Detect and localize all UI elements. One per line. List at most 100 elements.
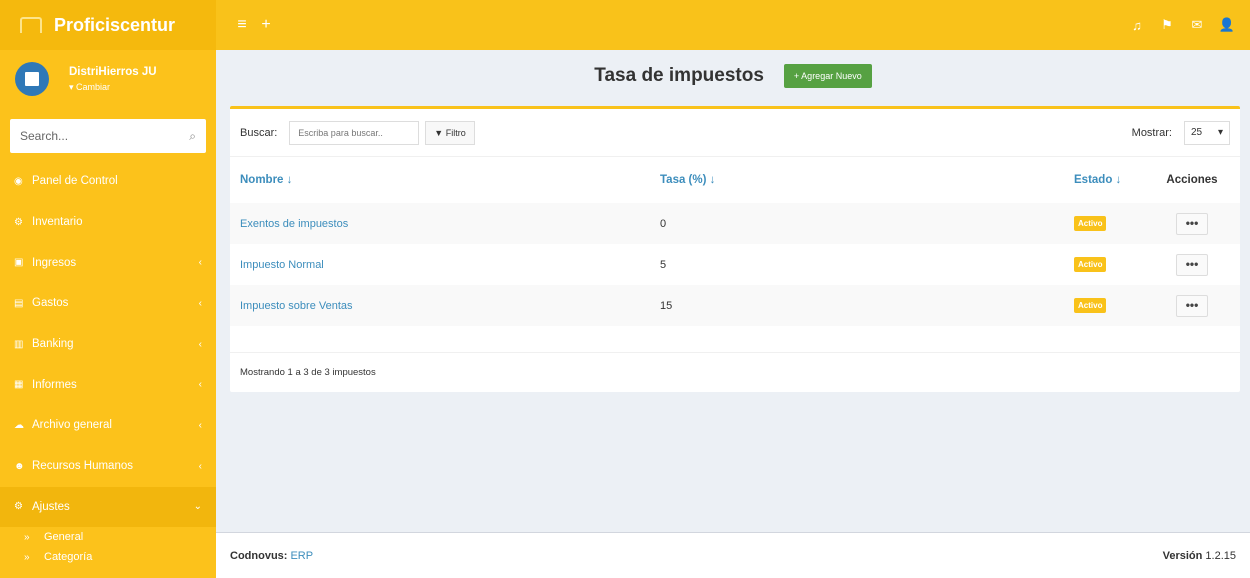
page-title: Tasa de impuestos [594, 65, 764, 86]
column-header-label: Tasa (%) [660, 174, 707, 186]
sidebar-menu: ◉ Panel de Control ⚙ Inventario ▣ Ingres… [0, 161, 216, 567]
brand-logo-icon [20, 17, 42, 33]
status-badge: Activo [1074, 257, 1107, 272]
brand-name: Proficiscentur [54, 14, 176, 35]
sort-icon: ↓ [709, 174, 716, 186]
table-header-row: Nombre ↓ Tasa (%) ↓ Estado ↓ Acciones [230, 157, 1240, 203]
quick-add-icon[interactable]: + [254, 16, 278, 34]
page-size-value: 25 [1191, 127, 1203, 138]
sidebar-search: ⌕ [10, 119, 206, 153]
column-header-name[interactable]: Nombre ↓ [230, 157, 650, 203]
version-label: Versión [1162, 549, 1203, 562]
add-new-button[interactable]: + Agregar Nuevo [783, 64, 872, 88]
tax-name-link[interactable]: Impuesto sobre Ventas [240, 300, 353, 312]
sidebar: DistriHierros JU ▾ Cambiar ⌕ ◉ Panel de … [0, 50, 216, 578]
sidebar-item-label: Archivo general [32, 419, 112, 432]
table-row: Exentos de impuestos 0 Activo ••• [230, 203, 1240, 244]
sidebar-item-gastos[interactable]: ▤ Gastos ‹ [0, 283, 216, 324]
sidebar-item-label: Panel de Control [32, 175, 118, 188]
top-navbar: Proficiscentur ≡ + ♫ ⚑ ✉ 👤 [0, 0, 1250, 50]
menu-toggle-icon[interactable]: ≡ [230, 16, 254, 34]
table-row: Impuesto Normal 5 Activo ••• [230, 244, 1240, 285]
row-actions-button[interactable]: ••• [1176, 212, 1208, 235]
chevron-left-icon: ‹ [198, 257, 202, 269]
sidebar-item-archivo-general[interactable]: ☁ Archivo general ‹ [0, 405, 216, 446]
column-header-label: Estado [1074, 174, 1113, 186]
company-name: DistriHierros JU [69, 65, 157, 78]
table-summary: Mostrando 1 a 3 de 3 impuestos [230, 352, 1240, 392]
table-row: Impuesto sobre Ventas 15 Activo ••• [230, 285, 1240, 326]
chevron-left-icon: ‹ [198, 419, 202, 431]
sort-alpha-icon: ↓ [286, 174, 293, 186]
show-label: Mostrar: [1131, 126, 1172, 139]
sidebar-item-panel-de-control[interactable]: ◉ Panel de Control [0, 161, 216, 202]
sidebar-item-label: Informes [32, 378, 77, 391]
submenu-item-categoria[interactable]: » Categoría [0, 547, 216, 567]
users-icon: ☻ [14, 460, 25, 472]
submenu-item-label: General [44, 531, 84, 544]
sidebar-item-label: Banking [32, 338, 74, 351]
submenu-item-label: Categoría [44, 551, 93, 564]
money-icon: ▣ [14, 257, 24, 269]
column-header-label: Nombre [240, 174, 284, 186]
column-header-actions: Acciones [1166, 174, 1218, 186]
tax-rates-box: Buscar: ▼ Filtro Mostrar: 25 ▾ Nombre ↓ … [230, 106, 1240, 392]
search-icon[interactable]: ⌕ [189, 129, 196, 144]
chevron-down-icon: ⌄ [193, 501, 202, 513]
dashboard-icon: ◉ [14, 175, 23, 187]
sidebar-item-label: Inventario [32, 216, 83, 229]
change-company-link[interactable]: ▾ Cambiar [69, 82, 157, 93]
sidebar-item-ajustes[interactable]: ⚙ Ajustes ⌄ [0, 486, 216, 528]
sidebar-item-informes[interactable]: ▦ Informes ‹ [0, 364, 216, 405]
caret-down-icon: ▾ [1217, 127, 1223, 138]
content-header: Tasa de impuestos + Agregar Nuevo [216, 50, 1250, 102]
row-actions-button[interactable]: ••• [1176, 253, 1208, 276]
chevron-left-icon: ‹ [198, 297, 202, 309]
erp-link[interactable]: ERP [290, 550, 313, 562]
row-actions-button[interactable]: ••• [1176, 294, 1208, 317]
double-angle-right-icon: » [24, 551, 30, 563]
cloud-icon: ☁ [14, 419, 24, 431]
submenu-item-general[interactable]: » General [0, 527, 216, 547]
column-header-status[interactable]: Estado ↓ [1064, 157, 1144, 203]
user-panel: DistriHierros JU ▾ Cambiar [0, 50, 216, 108]
filter-button[interactable]: ▼ Filtro [425, 120, 475, 145]
version-info: Versión 1.2.15 [1163, 550, 1236, 562]
company-avatar [15, 62, 49, 96]
tax-name-link[interactable]: Impuesto Normal [240, 259, 324, 271]
messages-icon[interactable]: ✉ [1182, 17, 1212, 33]
building-icon [25, 72, 39, 86]
user-menu-icon[interactable]: 👤 [1212, 17, 1242, 33]
tax-name-link[interactable]: Exentos de impuestos [240, 218, 348, 230]
chevron-left-icon: ‹ [198, 338, 202, 350]
chevron-left-icon: ‹ [198, 379, 202, 391]
page-footer: Codnovus: ERP Versión 1.2.15 [216, 532, 1250, 578]
page-size-select[interactable]: 25 ▾ [1184, 120, 1230, 145]
sidebar-item-label: Ingresos [32, 256, 77, 269]
sidebar-item-inventario[interactable]: ⚙ Inventario [0, 202, 216, 243]
company-label: Codnovus: [230, 549, 288, 562]
version-value: 1.2.15 [1205, 549, 1236, 562]
tax-rate-cell: 15 [660, 299, 673, 312]
cart-icon: ▤ [14, 297, 24, 309]
table-search-input[interactable] [289, 120, 420, 145]
sidebar-item-ingresos[interactable]: ▣ Ingresos ‹ [0, 242, 216, 283]
sidebar-search-input[interactable] [20, 129, 190, 143]
column-header-rate[interactable]: Tasa (%) ↓ [650, 157, 1064, 203]
sidebar-item-banking[interactable]: ▥ Banking ‹ [0, 324, 216, 365]
sidebar-item-label: Recursos Humanos [32, 460, 133, 473]
chevron-left-icon: ‹ [198, 460, 202, 472]
search-label: Buscar: [240, 126, 278, 139]
notifications-bell-icon[interactable]: ♫ [1122, 18, 1152, 33]
sort-icon: ↓ [1115, 174, 1122, 186]
brand[interactable]: Proficiscentur [0, 0, 216, 50]
bank-icon: ▥ [14, 338, 24, 350]
sidebar-item-recursos-humanos[interactable]: ☻ Recursos Humanos ‹ [0, 446, 216, 487]
inventory-icon: ⚙ [14, 216, 23, 228]
flag-icon[interactable]: ⚑ [1152, 17, 1182, 33]
tax-rate-cell: 5 [660, 258, 667, 271]
sidebar-item-label: Gastos [32, 297, 69, 310]
sidebar-item-label: Ajustes [32, 500, 70, 513]
status-badge: Activo [1074, 298, 1107, 313]
bar-chart-icon: ▦ [14, 379, 24, 391]
